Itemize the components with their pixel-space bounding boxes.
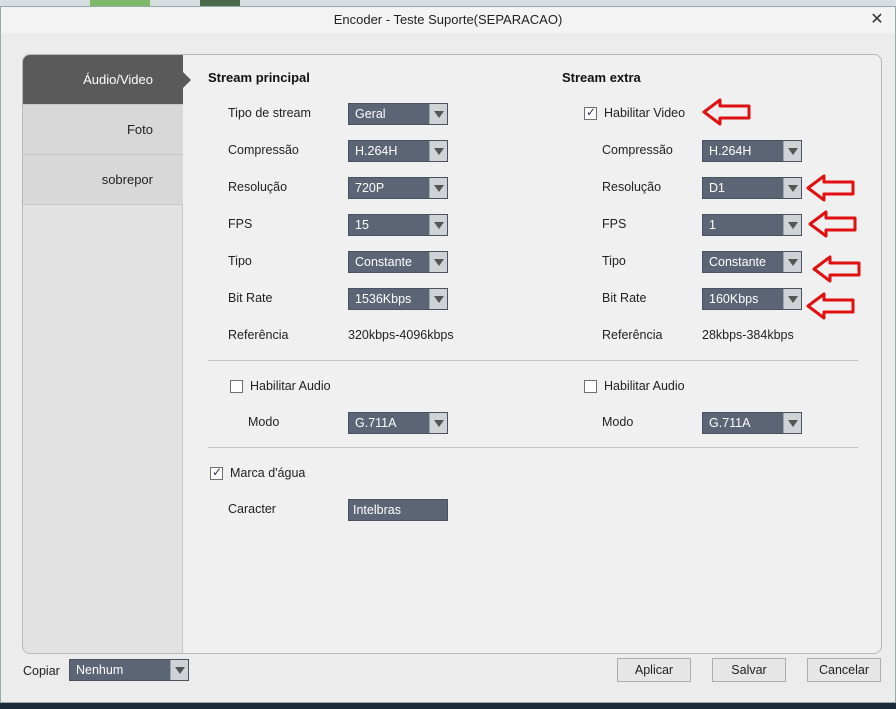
sidebar-item-label: Áudio/Video	[83, 72, 153, 87]
main-reference-value: 320kbps-4096kbps	[348, 328, 454, 342]
stream-type-label: Tipo de stream	[228, 106, 311, 120]
apply-button[interactable]: Aplicar	[617, 658, 691, 682]
divider	[208, 447, 858, 448]
main-bitrate-select[interactable]: 1536Kbps	[348, 288, 448, 310]
main-resolution-select[interactable]: 720P	[348, 177, 448, 199]
save-button[interactable]: Salvar	[712, 658, 786, 682]
main-compression-label: Compressão	[228, 143, 299, 157]
annotation-arrow-icon	[806, 292, 855, 320]
extra-enable-audio-label: Habilitar Audio	[604, 379, 685, 393]
watermark-text-input[interactable]: Intelbras	[348, 499, 448, 521]
content-area: Stream principal Tipo de stream Geral Co…	[184, 55, 881, 653]
extra-resolution-label: Resolução	[602, 180, 662, 194]
annotation-arrow-icon	[806, 174, 855, 202]
main-compression-select[interactable]: H.264H	[348, 140, 448, 162]
sidebar-item-sobrepor[interactable]: sobrepor	[23, 155, 183, 205]
divider	[208, 360, 858, 361]
main-fps-label: FPS	[228, 217, 253, 231]
main-resolution-label: Resolução	[228, 180, 288, 194]
main-bitrate-label: Bit Rate	[228, 291, 273, 305]
extra-fps-label: FPS	[602, 217, 627, 231]
chevron-down-icon	[783, 141, 801, 161]
chevron-down-icon	[170, 660, 188, 680]
extra-resolution-select[interactable]: D1	[702, 177, 802, 199]
extra-audio-mode-select[interactable]: G.711A	[702, 412, 802, 434]
main-stream-type-select[interactable]: Geral	[348, 103, 448, 125]
main-type-label: Tipo	[228, 254, 252, 268]
sidebar-item-label: Foto	[126, 122, 153, 137]
extra-bitrate-label: Bit Rate	[602, 291, 647, 305]
watermark-label: Marca d'água	[230, 466, 306, 480]
main-type-select[interactable]: Constante	[348, 251, 448, 273]
extra-type-select[interactable]: Constante	[702, 251, 802, 273]
enable-video-checkbox[interactable]	[584, 105, 597, 120]
annotation-arrow-icon	[808, 210, 857, 238]
copy-select[interactable]: Nenhum	[69, 659, 189, 681]
extra-compression-label: Compressão	[602, 143, 673, 157]
extra-enable-audio-checkbox[interactable]	[584, 380, 597, 393]
sidebar-item-label: sobrepor	[101, 172, 153, 187]
chevron-down-icon	[783, 215, 801, 235]
extra-stream-title: Stream extra	[562, 70, 641, 85]
chevron-down-icon	[783, 252, 801, 272]
main-audio-mode-select[interactable]: G.711A	[348, 412, 448, 434]
cancel-button[interactable]: Cancelar	[807, 658, 881, 682]
chevron-down-icon	[783, 289, 801, 309]
chevron-down-icon	[429, 215, 447, 235]
chevron-down-icon	[429, 141, 447, 161]
extra-bitrate-select[interactable]: 160Kbps	[702, 288, 802, 310]
copy-label: Copiar	[23, 664, 60, 678]
main-enable-audio-checkbox[interactable]	[230, 380, 243, 393]
close-button[interactable]: ✕	[867, 10, 887, 30]
chevron-down-icon	[783, 413, 801, 433]
annotation-arrow-icon	[702, 98, 751, 126]
annotation-arrow-icon	[812, 255, 861, 283]
settings-panel: Áudio/Video Foto sobrepor Stream princip…	[22, 54, 882, 654]
extra-reference-label: Referência	[602, 328, 663, 342]
enable-video-label: Habilitar Video	[604, 106, 686, 120]
title-bar: Encoder - Teste Suporte(SEPARACAO) ✕	[1, 7, 895, 33]
main-enable-audio-label: Habilitar Audio	[250, 379, 331, 393]
main-stream-title: Stream principal	[208, 70, 310, 85]
extra-compression-select[interactable]: H.264H	[702, 140, 802, 162]
chevron-down-icon	[429, 289, 447, 309]
character-label: Caracter	[228, 502, 276, 516]
window-title: Encoder - Teste Suporte(SEPARACAO)	[333, 12, 563, 27]
main-mode-label: Modo	[248, 415, 280, 429]
extra-fps-select[interactable]: 1	[702, 214, 802, 236]
watermark-checkbox[interactable]	[210, 465, 223, 480]
taskbar	[0, 703, 896, 709]
extra-mode-label: Modo	[602, 415, 634, 429]
chevron-down-icon	[783, 178, 801, 198]
sidebar-item-audio-video[interactable]: Áudio/Video	[23, 55, 191, 105]
main-reference-label: Referência	[228, 328, 289, 342]
encoder-dialog: Encoder - Teste Suporte(SEPARACAO) ✕ Áud…	[0, 6, 896, 703]
chevron-down-icon	[429, 104, 447, 124]
sidebar-item-foto[interactable]: Foto	[23, 105, 183, 155]
extra-reference-value: 28kbps-384kbps	[702, 328, 794, 342]
extra-type-label: Tipo	[602, 254, 626, 268]
sidebar: Áudio/Video Foto sobrepor	[23, 55, 191, 653]
main-fps-select[interactable]: 15	[348, 214, 448, 236]
chevron-down-icon	[429, 178, 447, 198]
chevron-down-icon	[429, 252, 447, 272]
chevron-down-icon	[429, 413, 447, 433]
